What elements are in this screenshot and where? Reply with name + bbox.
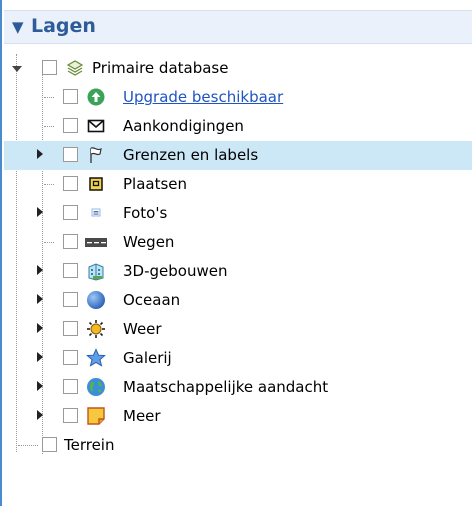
layer-checkbox[interactable]	[63, 350, 78, 365]
layer-checkbox[interactable]	[63, 292, 78, 307]
tree-item-grenzen-en-labels[interactable]: Grenzen en labels	[4, 141, 472, 170]
expand-collapsed-icon[interactable]	[37, 207, 43, 217]
expand-collapsed-icon[interactable]	[37, 323, 43, 333]
layer-label: Galerij	[123, 349, 172, 367]
database-layers-icon	[66, 59, 84, 77]
layer-checkbox[interactable]	[42, 437, 57, 452]
star-icon	[86, 348, 106, 368]
layer-label: Maatschappelijke aandacht	[123, 378, 329, 396]
sticky-note-icon	[86, 406, 106, 426]
tree-item-terrein[interactable]: Terrein	[4, 431, 472, 460]
layer-label: Weer	[123, 320, 162, 338]
layer-checkbox[interactable]	[63, 234, 78, 249]
ocean-globe-icon	[86, 290, 106, 310]
layers-panel-header[interactable]: ▼ Lagen	[4, 10, 472, 44]
layer-label-link[interactable]: Upgrade beschikbaar	[123, 88, 283, 106]
layer-label: Primaire database	[92, 59, 229, 77]
road-icon	[85, 233, 107, 251]
layer-checkbox[interactable]	[42, 60, 57, 75]
tree-connector	[44, 97, 54, 98]
expand-collapsed-icon[interactable]	[37, 381, 43, 391]
layer-label: Aankondigingen	[123, 117, 244, 135]
tree-item-meer[interactable]: Meer	[4, 402, 472, 431]
tree-item-upgrade[interactable]: Upgrade beschikbaar	[4, 83, 472, 112]
collapse-triangle-icon[interactable]: ▼	[12, 18, 24, 36]
earth-icon	[86, 377, 106, 397]
tree-item-oceaan[interactable]: Oceaan	[4, 286, 472, 315]
layer-label: Foto's	[123, 204, 168, 222]
tree-item-wegen[interactable]: Wegen	[4, 228, 472, 257]
panel-title: Lagen	[31, 15, 96, 37]
layer-checkbox[interactable]	[63, 118, 78, 133]
tree-item-fotos[interactable]: Foto's	[4, 199, 472, 228]
tree-connector	[18, 445, 38, 446]
layer-label: Oceaan	[123, 291, 181, 309]
tree-item-maatschappelijke-aandacht[interactable]: Maatschappelijke aandacht	[4, 373, 472, 402]
expand-collapsed-icon[interactable]	[37, 410, 43, 420]
layer-label: Grenzen en labels	[123, 146, 259, 164]
layer-checkbox[interactable]	[63, 379, 78, 394]
expand-collapsed-icon[interactable]	[37, 265, 43, 275]
tree-item-galerij[interactable]: Galerij	[4, 344, 472, 373]
layer-checkbox[interactable]	[63, 89, 78, 104]
place-square-icon	[87, 175, 105, 193]
sun-icon	[86, 319, 106, 339]
layer-label: 3D-gebouwen	[123, 262, 228, 280]
upgrade-arrow-icon	[87, 88, 105, 106]
layer-label: Meer	[123, 407, 161, 425]
layer-checkbox[interactable]	[63, 408, 78, 423]
expand-collapsed-icon[interactable]	[37, 294, 43, 304]
envelope-icon	[87, 117, 105, 135]
layer-checkbox[interactable]	[63, 205, 78, 220]
layer-checkbox[interactable]	[63, 321, 78, 336]
expand-collapsed-icon[interactable]	[37, 149, 43, 159]
layer-checkbox[interactable]	[63, 176, 78, 191]
layer-label: Terrein	[64, 436, 115, 454]
layer-label: Plaatsen	[123, 175, 188, 193]
flag-icon	[87, 146, 105, 164]
layer-checkbox[interactable]	[63, 263, 78, 278]
expand-collapsed-icon[interactable]	[37, 352, 43, 362]
layer-checkbox[interactable]	[63, 147, 78, 162]
tree-connector	[44, 184, 54, 185]
tree-item-aankondigingen[interactable]: Aankondigingen	[4, 112, 472, 141]
tree-root-primaire-database[interactable]: Primaire database	[4, 54, 472, 83]
layer-label: Wegen	[123, 233, 175, 251]
tree-item-3d-gebouwen[interactable]: 3D-gebouwen	[4, 257, 472, 286]
expand-open-icon[interactable]	[12, 66, 22, 72]
tree-connector	[44, 242, 54, 243]
layers-panel: ▼ Lagen Primaire database Upgrade beschi…	[0, 0, 474, 506]
tree-connector	[44, 126, 54, 127]
tree-item-plaatsen[interactable]: Plaatsen	[4, 170, 472, 199]
tree-item-weer[interactable]: Weer	[4, 315, 472, 344]
building-icon	[86, 261, 106, 281]
photo-icon	[87, 204, 105, 222]
